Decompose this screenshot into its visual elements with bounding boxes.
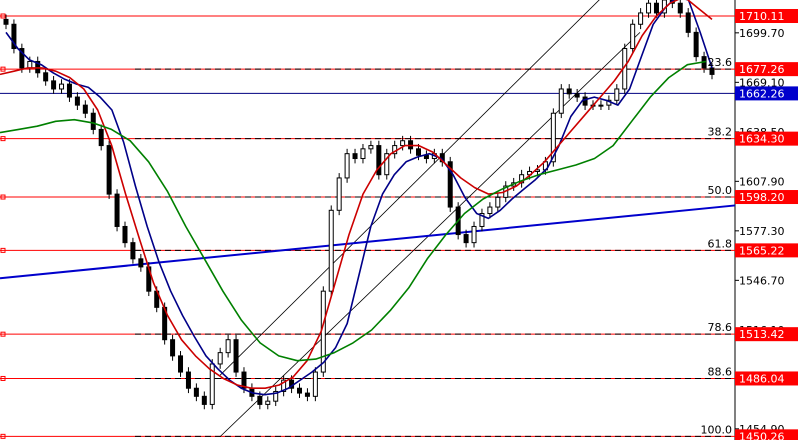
candle-body (43, 72, 49, 82)
candle-body (344, 153, 350, 179)
fib-price-tag-text: 1565.22 (739, 244, 785, 257)
candle-body (225, 339, 231, 354)
candle-body (51, 80, 57, 90)
candle-body (138, 258, 144, 268)
candle-body (653, 2, 659, 14)
fib-level-label: 23.6 (708, 56, 733, 69)
candle-body (646, 2, 652, 14)
candle-body (400, 140, 406, 147)
candle-body (265, 400, 271, 405)
candle-body (130, 242, 136, 260)
candle-body (408, 140, 414, 150)
candle-body (558, 88, 564, 114)
current-price-tag-text: 1662.26 (739, 87, 785, 100)
candle-body (598, 104, 604, 107)
fib-price-tag-text: 1486.04 (739, 372, 785, 385)
candle-body (297, 387, 303, 394)
fib-level-label: 88.6 (708, 365, 733, 378)
candlestick-chart: 1699.701669.101638.501607.901577.301546.… (0, 0, 798, 444)
fib-level-label: 100.0 (701, 423, 733, 436)
candle-body (423, 154, 429, 160)
candle-body (217, 352, 223, 365)
candle-body (328, 209, 334, 292)
candle-body (114, 193, 120, 227)
fib-price-tag-text: 1634.30 (739, 133, 785, 146)
candle-body (201, 395, 207, 405)
candle-body (233, 339, 239, 373)
fib-price-tag-text: 1513.42 (739, 328, 785, 341)
candle-body (360, 148, 366, 160)
candle-body (257, 395, 263, 405)
candle-body (614, 88, 620, 101)
candle-body (336, 177, 342, 211)
candle-body (495, 196, 501, 208)
candle-body (90, 112, 96, 130)
top-level-tag-text: 1710.11 (739, 10, 785, 23)
candle-body (106, 145, 112, 195)
candle-body (3, 18, 9, 25)
y-tick-label: 1577.30 (739, 225, 785, 238)
candle-body (170, 339, 176, 357)
candle-body (304, 392, 310, 397)
candle-body (630, 23, 636, 50)
y-tick-label: 1607.90 (739, 175, 785, 188)
fib-price-tag-text: 1450.26 (739, 430, 785, 440)
candle-body (487, 206, 493, 215)
fib-level-label: 78.6 (708, 321, 733, 334)
y-tick-label: 1699.70 (739, 27, 785, 40)
fib-level-label: 61.8 (708, 237, 733, 250)
fib-price-tag-text: 1598.20 (739, 191, 785, 204)
candle-body (312, 371, 318, 397)
candle-body (98, 128, 104, 147)
candle-body (178, 355, 184, 373)
candle-body (368, 145, 374, 150)
candle-body (74, 96, 80, 106)
candle-body (66, 83, 72, 98)
candle-body (82, 104, 88, 114)
fib-level-label: 50.0 (708, 184, 733, 197)
candle-body (59, 83, 65, 90)
candle-body (582, 96, 588, 106)
fib-price-tag-text: 1677.26 (739, 63, 785, 76)
candle-body (463, 234, 469, 244)
candle-body (566, 88, 572, 95)
y-tick-label: 1546.70 (739, 274, 785, 287)
candle-body (685, 12, 691, 33)
candle-body (352, 153, 358, 160)
candle-body (185, 371, 191, 389)
chart-canvas: 1699.701669.101638.501607.901577.301546.… (0, 0, 798, 444)
candle-body (693, 31, 699, 58)
candle-body (193, 387, 199, 397)
candle-body (638, 12, 644, 25)
candle-body (677, 2, 683, 14)
fib-level-label: 38.2 (708, 126, 733, 139)
candle-body (122, 225, 128, 244)
candle-body (471, 225, 477, 244)
candle-body (27, 60, 33, 69)
candle-body (415, 148, 421, 156)
candle-body (574, 93, 580, 98)
